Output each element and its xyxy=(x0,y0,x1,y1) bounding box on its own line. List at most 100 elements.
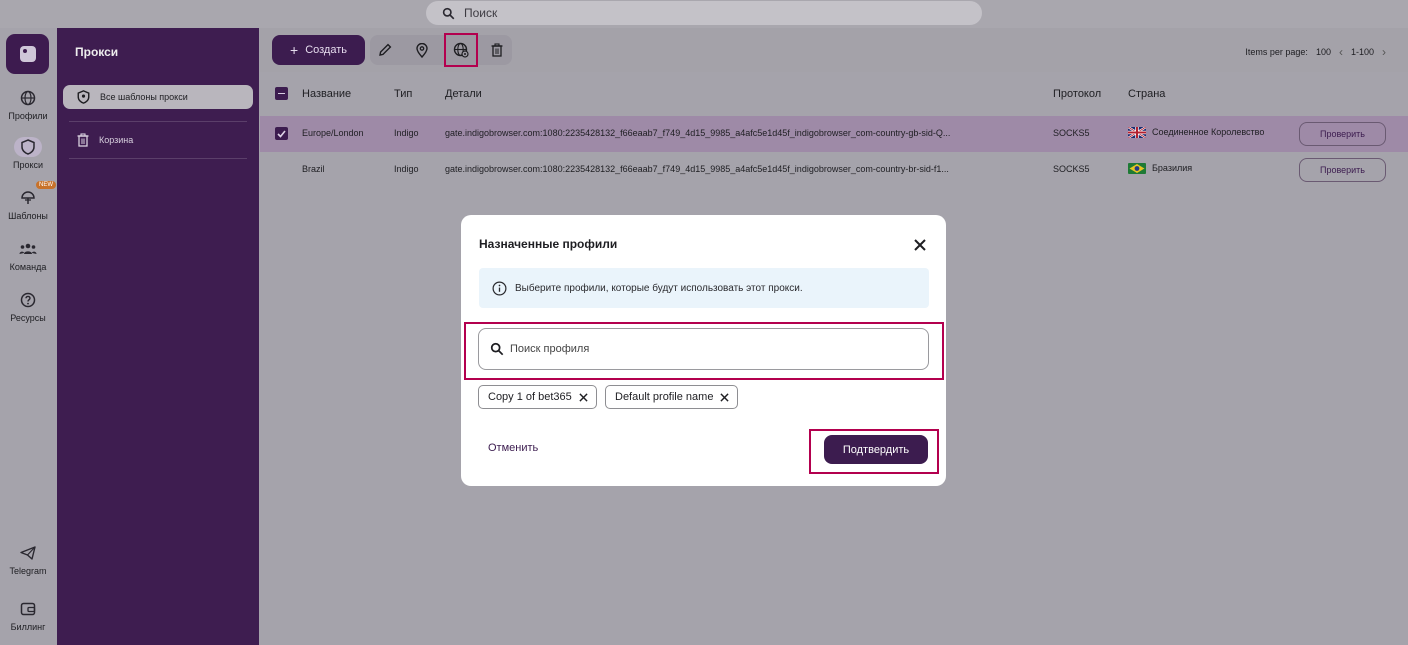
rail-item-label: Шаблоны xyxy=(8,211,48,221)
sidebar-title: Прокси xyxy=(75,45,119,59)
remove-icon[interactable] xyxy=(579,392,588,402)
dialog-title: Назначенные профили xyxy=(479,237,618,251)
proxy-sidebar: Прокси Все шаблоны прокси Корзина xyxy=(57,28,259,645)
items-per-page-select[interactable]: 100 xyxy=(1316,47,1331,57)
checkmark-icon xyxy=(277,129,286,138)
close-button[interactable] xyxy=(913,238,927,252)
row-checkbox[interactable] xyxy=(275,127,288,140)
info-text: Выберите профили, которые будут использо… xyxy=(515,282,803,294)
rail-item-label: Профили xyxy=(8,111,48,121)
check-proxy-button[interactable]: Проверить xyxy=(1299,158,1386,182)
sidebar-item-label: Корзина xyxy=(99,135,134,145)
team-icon xyxy=(14,239,42,259)
rail-item-resources[interactable]: Ресурсы xyxy=(0,290,56,323)
rail-item-label: Ресурсы xyxy=(10,313,46,323)
sidebar-divider xyxy=(69,158,247,159)
globe-icon xyxy=(14,88,42,108)
chip-label: Default profile name xyxy=(615,391,714,403)
global-search[interactable]: Поиск xyxy=(426,1,982,25)
delete-button[interactable] xyxy=(483,35,511,65)
telegram-icon xyxy=(14,543,42,563)
profile-chip: Default profile name xyxy=(605,385,739,409)
toolbar: + Создать Items per page: 100 ‹ 1-100 › xyxy=(260,28,1408,72)
cell-protocol: SOCKS5 xyxy=(1053,164,1090,174)
assign-profiles-button[interactable] xyxy=(444,33,478,67)
column-header-country[interactable]: Страна xyxy=(1128,88,1165,100)
cell-details: gate.indigobrowser.com:1080:2235428132_f… xyxy=(445,164,949,174)
items-per-page-label: Items per page: xyxy=(1245,47,1308,57)
chevron-right-icon[interactable]: › xyxy=(1382,45,1386,59)
shield-icon xyxy=(14,137,42,157)
column-header-type[interactable]: Тип xyxy=(394,88,412,100)
create-button-label: Создать xyxy=(305,44,347,56)
help-circle-icon xyxy=(14,290,42,310)
location-button[interactable] xyxy=(408,35,436,65)
rail-item-templates[interactable]: NEW Шаблоны xyxy=(0,181,56,221)
sidebar-divider xyxy=(69,121,247,122)
map-pin-icon xyxy=(416,42,428,58)
cell-country-label: Соединенное Королевство xyxy=(1152,127,1265,137)
flag-gb-icon xyxy=(1128,127,1146,139)
cancel-button[interactable]: Отменить xyxy=(488,442,538,454)
create-button[interactable]: + Создать xyxy=(272,35,365,65)
cell-country-label: Бразилия xyxy=(1152,163,1193,173)
profile-search-input[interactable] xyxy=(510,343,890,355)
info-banner: Выберите профили, которые будут использо… xyxy=(479,268,929,308)
sidebar-item-label: Все шаблоны прокси xyxy=(100,92,188,102)
cell-name: Brazil xyxy=(302,164,325,174)
plus-icon: + xyxy=(290,42,299,58)
logo-icon xyxy=(19,46,36,62)
cell-country: Бразилия xyxy=(1128,163,1193,175)
chip-label: Copy 1 of bet365 xyxy=(488,391,572,403)
search-icon xyxy=(490,342,504,356)
rail-item-billing[interactable]: Биллинг xyxy=(0,599,56,632)
rail-item-label: Прокси xyxy=(12,160,44,170)
cell-type: Indigo xyxy=(394,164,419,174)
profile-search-field[interactable] xyxy=(478,328,929,370)
table-row[interactable]: Brazil Indigo gate.indigobrowser.com:108… xyxy=(260,152,1408,188)
column-header-protocol[interactable]: Протокол xyxy=(1053,88,1101,100)
globe-settings-icon xyxy=(453,42,469,58)
rail-item-profiles[interactable]: Профили xyxy=(0,88,56,121)
app-logo[interactable] xyxy=(6,34,49,74)
check-proxy-button[interactable]: Проверить xyxy=(1299,122,1386,146)
templates-icon: NEW xyxy=(14,181,56,208)
trash-icon xyxy=(77,133,89,147)
top-bar: Поиск xyxy=(0,0,1408,28)
global-search-placeholder: Поиск xyxy=(464,6,498,20)
cell-name: Europe/London xyxy=(302,128,364,138)
sidebar-item-trash[interactable]: Корзина xyxy=(63,128,253,152)
table-row[interactable]: Europe/London Indigo gate.indigobrowser.… xyxy=(260,116,1408,152)
pencil-icon xyxy=(379,43,392,56)
select-all-checkbox[interactable] xyxy=(275,87,288,100)
assigned-profiles-dialog: Назначенные профили Выберите профили, ко… xyxy=(461,215,946,486)
cell-protocol: SOCKS5 xyxy=(1053,128,1090,138)
cell-type: Indigo xyxy=(394,128,419,138)
rail-item-label: Команда xyxy=(9,262,47,272)
remove-icon[interactable] xyxy=(720,392,730,402)
cell-details: gate.indigobrowser.com:1080:2235428132_f… xyxy=(445,128,951,138)
sidebar-item-all-proxy-templates[interactable]: Все шаблоны прокси xyxy=(63,85,253,109)
edit-button[interactable] xyxy=(371,35,399,65)
column-header-details[interactable]: Детали xyxy=(445,88,482,100)
rail-item-team[interactable]: Команда xyxy=(0,239,56,272)
close-icon xyxy=(914,239,926,251)
confirm-button[interactable]: Подтвердить xyxy=(824,435,928,464)
profile-chip: Copy 1 of bet365 xyxy=(478,385,597,409)
wallet-icon xyxy=(14,599,42,619)
search-icon xyxy=(442,7,455,19)
chevron-left-icon[interactable]: ‹ xyxy=(1339,45,1343,59)
new-badge: NEW xyxy=(36,181,56,189)
rail-item-label: Telegram xyxy=(9,566,47,576)
pagination: Items per page: 100 ‹ 1-100 › xyxy=(1245,45,1386,59)
column-header-name[interactable]: Название xyxy=(302,88,351,100)
info-icon xyxy=(492,281,507,295)
rail-item-label: Биллинг xyxy=(10,622,46,632)
rail-item-proxy[interactable]: Прокси xyxy=(0,137,56,170)
page-range: 1-100 xyxy=(1350,47,1374,57)
flag-br-icon xyxy=(1128,163,1146,175)
rail-item-telegram[interactable]: Telegram xyxy=(0,543,56,576)
cell-country: Соединенное Королевство xyxy=(1128,127,1265,139)
trash-icon xyxy=(491,43,503,57)
icon-rail: Профили Прокси NEW Шаблоны Команда Ресур… xyxy=(0,28,56,645)
